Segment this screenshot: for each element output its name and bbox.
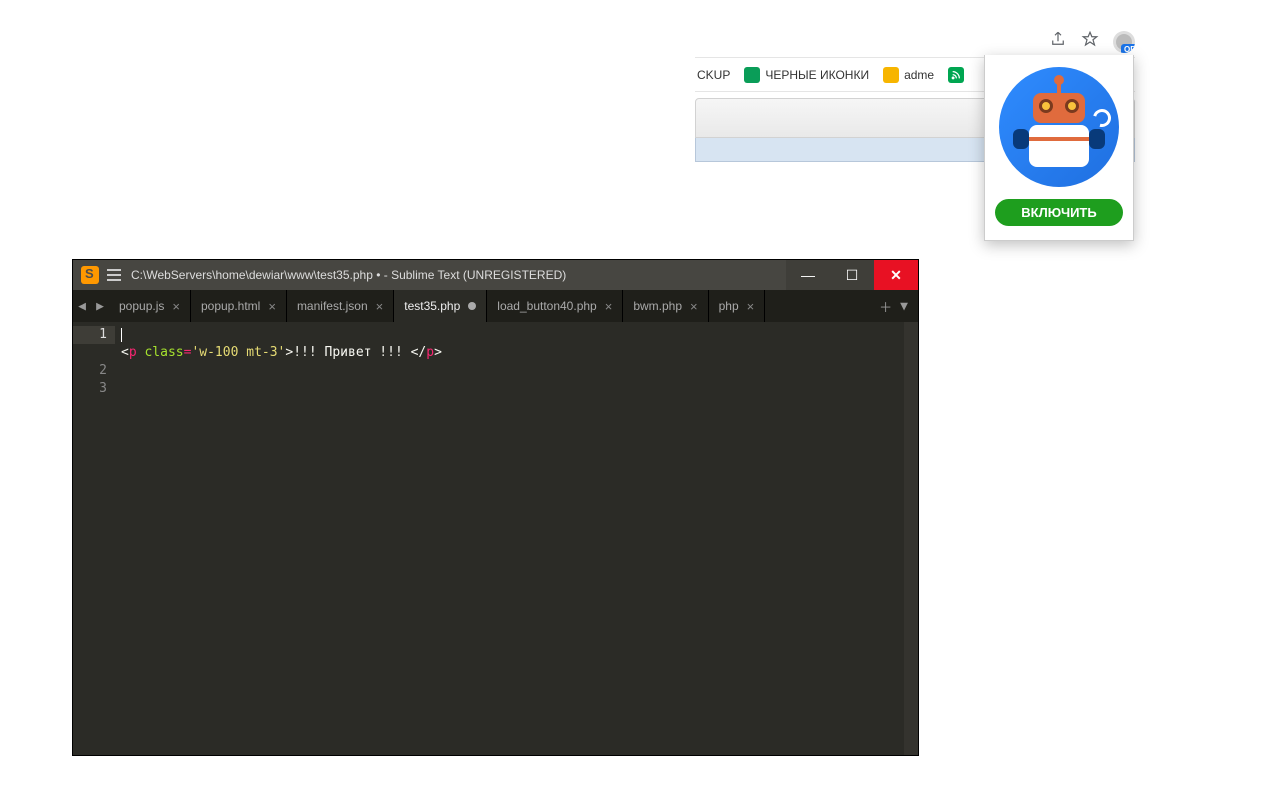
sublime-window: C:\WebServers\home\dewiar\www\test35.php… <box>73 260 918 755</box>
tab-close-icon[interactable]: × <box>376 299 384 314</box>
tab-label: test35.php <box>404 299 460 313</box>
tab-label: php <box>719 299 739 313</box>
bookmark-icon <box>744 67 760 83</box>
gutter: 1 2 3 <box>73 322 115 755</box>
titlebar[interactable]: C:\WebServers\home\dewiar\www\test35.php… <box>73 260 918 290</box>
tab-close-icon[interactable]: × <box>172 299 180 314</box>
line-number: 2 <box>99 363 107 378</box>
bookmark-adme[interactable]: adme <box>883 67 934 83</box>
tab-nav-prev-icon[interactable]: ◀ <box>73 290 91 322</box>
bookmark-icon <box>883 67 899 83</box>
bookmark-label: CKUP <box>697 68 730 82</box>
sublime-logo-icon <box>81 266 99 284</box>
code-line-2: <p class='w-100 mt-3'>!!! Привет !!! </p… <box>121 344 886 362</box>
tab-bwm-php[interactable]: bwm.php × <box>623 290 708 322</box>
line-number: 3 <box>99 381 107 396</box>
off-badge: OFF <box>1121 44 1135 53</box>
tab-close-icon[interactable]: × <box>268 299 276 314</box>
close-button[interactable]: ✕ <box>874 260 918 290</box>
extension-popup: ВКЛЮЧИТЬ <box>984 55 1134 241</box>
hamburger-menu-icon[interactable] <box>107 269 121 281</box>
robot-icon <box>999 67 1119 187</box>
code-area[interactable]: <p class='w-100 mt-3'>!!! Привет !!! </p… <box>115 322 886 755</box>
tab-popup-html[interactable]: popup.html × <box>191 290 287 322</box>
code-line-1 <box>121 326 886 344</box>
minimize-button[interactable]: — <box>786 260 830 290</box>
minimap[interactable] <box>886 322 904 755</box>
share-icon[interactable] <box>1049 30 1067 53</box>
profile-avatar[interactable]: OFF <box>1113 31 1135 53</box>
new-tab-button[interactable]: ＋ <box>879 297 892 316</box>
tab-label: popup.html <box>201 299 260 313</box>
rss-icon <box>948 67 964 83</box>
tab-load_button40-php[interactable]: load_button40.php × <box>487 290 623 322</box>
bookmark-rss[interactable] <box>948 67 964 83</box>
tab-row: ◀ ▶ popup.js × popup.html × manifest.json × te… <box>73 290 918 322</box>
bookmark-label: ЧЕРНЫЕ ИКОНКИ <box>765 68 869 82</box>
enable-button[interactable]: ВКЛЮЧИТЬ <box>995 199 1123 226</box>
editor-body: 1 2 3 <p class='w-100 mt-3'>!!! Привет !… <box>73 322 918 755</box>
tab-close-icon[interactable]: × <box>690 299 698 314</box>
tab-manifest-json[interactable]: manifest.json × <box>287 290 394 322</box>
tab-label: bwm.php <box>633 299 682 313</box>
tab-dropdown-icon[interactable]: ▼ <box>900 299 908 314</box>
window-title: C:\WebServers\home\dewiar\www\test35.php… <box>131 268 786 282</box>
tab-popup-js[interactable]: popup.js × <box>109 290 191 322</box>
scrollbar[interactable] <box>904 322 918 755</box>
tab-php[interactable]: php × <box>709 290 766 322</box>
tab-close-icon[interactable]: × <box>747 299 755 314</box>
tab-label: load_button40.php <box>497 299 596 313</box>
tab-close-icon[interactable]: × <box>605 299 613 314</box>
address-row: OFF <box>695 28 1135 58</box>
maximize-button[interactable]: ☐ <box>830 260 874 290</box>
tab-test35-php[interactable]: test35.php <box>394 290 487 322</box>
line-number: 1 <box>73 326 115 344</box>
bookmark-label: adme <box>904 68 934 82</box>
tab-label: popup.js <box>119 299 164 313</box>
tab-label: manifest.json <box>297 299 368 313</box>
tab-nav-next-icon[interactable]: ▶ <box>91 290 109 322</box>
bookmark-ckup[interactable]: CKUP <box>697 68 730 82</box>
dirty-dot-icon <box>468 302 476 310</box>
code-line-3 <box>121 362 886 380</box>
bookmark-black-icons[interactable]: ЧЕРНЫЕ ИКОНКИ <box>744 67 869 83</box>
star-icon[interactable] <box>1081 30 1099 53</box>
